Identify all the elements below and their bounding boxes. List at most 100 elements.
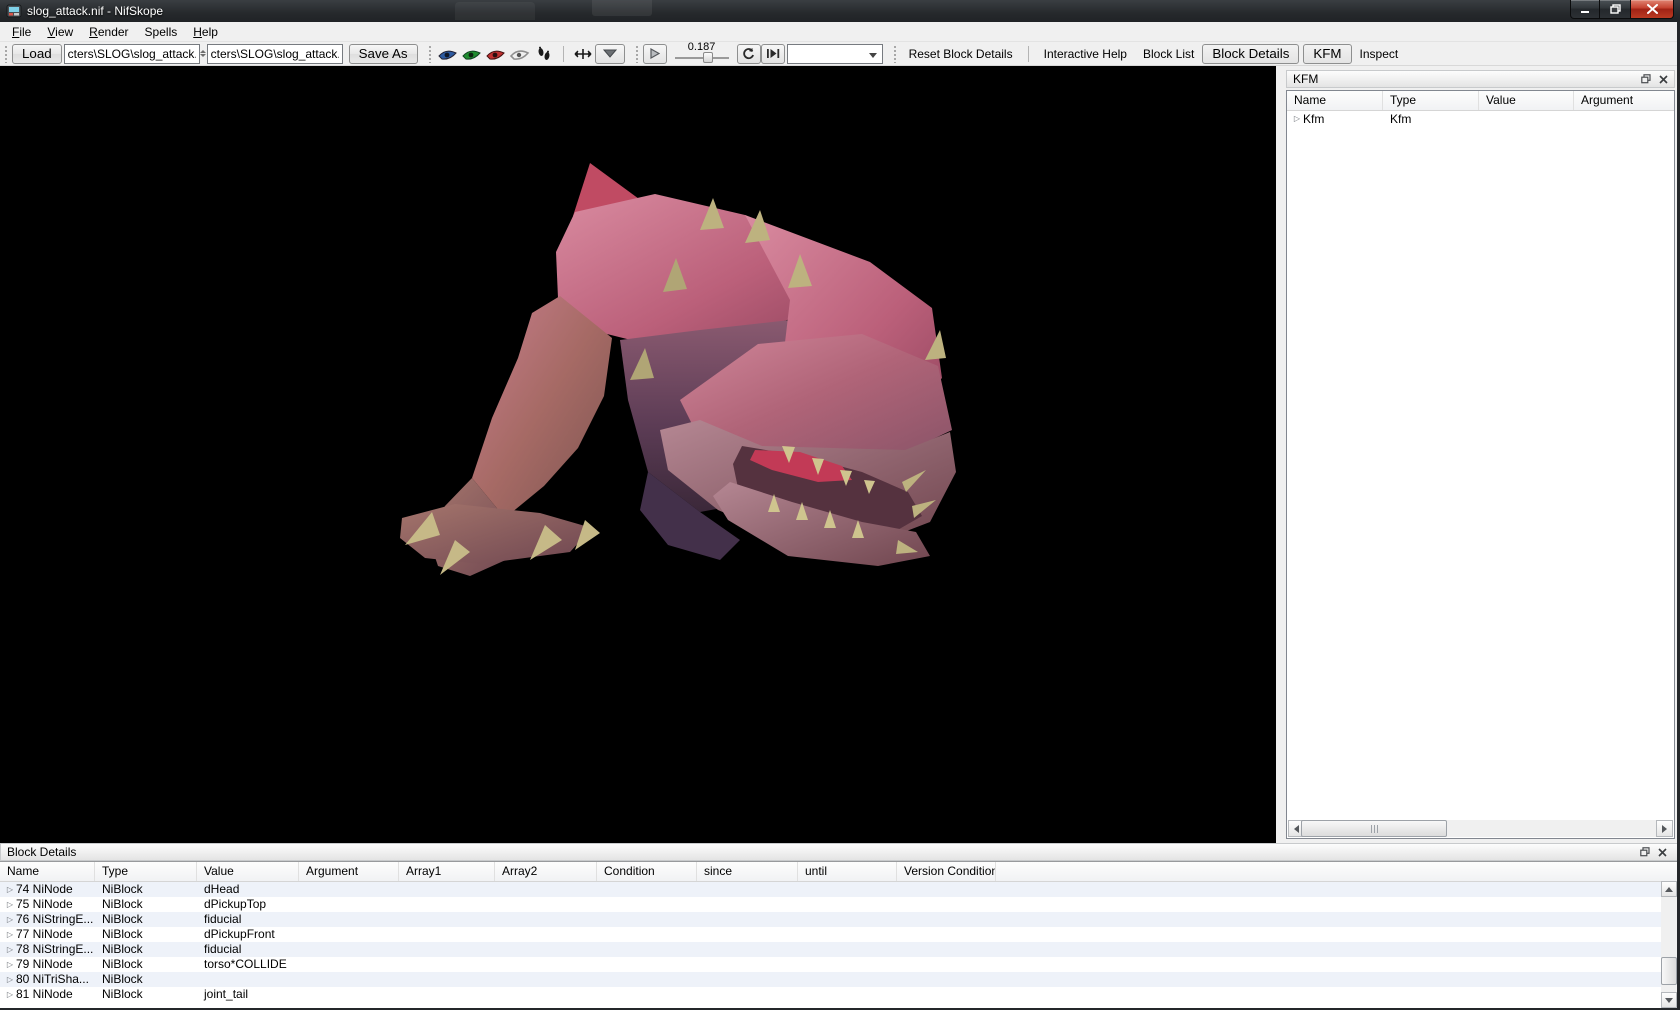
column-header[interactable]: Condition (597, 862, 697, 881)
animation-select-combobox[interactable] (786, 43, 883, 64)
column-header[interactable]: Type (95, 862, 197, 881)
column-header[interactable]: Name (0, 862, 95, 881)
float-panel-icon[interactable] (1640, 847, 1650, 857)
show-hidden-eye-icon[interactable] (485, 47, 506, 61)
cell (897, 882, 996, 897)
expander-icon[interactable]: ▷ (0, 927, 16, 942)
reset-block-details-button[interactable]: Reset Block Details (901, 45, 1021, 63)
column-header[interactable]: Value (197, 862, 299, 881)
block-details-titlebar[interactable]: Block Details (0, 843, 1680, 861)
toolbar: Load Save As 0.187 (0, 41, 1680, 66)
view-direction-dropdown-button[interactable] (594, 43, 625, 64)
minimize-button[interactable] (1570, 0, 1600, 19)
cell (299, 882, 399, 897)
scroll-right-button[interactable] (1656, 820, 1673, 837)
show-vertices-eye-icon[interactable] (437, 47, 458, 61)
block-list-toggle[interactable]: Block List (1135, 45, 1202, 63)
inspect-button[interactable]: Inspect (1352, 45, 1407, 63)
toolbar-grip[interactable] (892, 44, 897, 63)
block-details-tree-view[interactable]: Name Type Value Argument Array1 Array2 Conditi… (0, 861, 1680, 1010)
expander-icon[interactable]: ▷ (0, 987, 16, 1002)
kfm-table-header[interactable]: Name Type Value Argument (1287, 91, 1674, 111)
expander-icon[interactable]: ▷ (0, 897, 16, 912)
close-panel-icon[interactable] (1658, 847, 1667, 857)
loop-animation-button[interactable] (736, 43, 761, 64)
show-nodes-eye-icon[interactable] (509, 47, 530, 61)
column-header[interactable]: since (697, 862, 798, 881)
close-panel-icon[interactable] (1659, 74, 1668, 84)
cell (897, 912, 996, 927)
scroll-down-button[interactable] (1661, 992, 1677, 1008)
expander-icon[interactable]: ▷ (0, 912, 16, 927)
menu-spells[interactable]: Spells (137, 23, 186, 41)
cell (798, 987, 897, 1002)
block-details-table-header[interactable]: Name Type Value Argument Array1 Array2 Conditi… (0, 862, 1680, 882)
toolbar-grip[interactable] (634, 44, 639, 63)
column-header[interactable]: Argument (299, 862, 399, 881)
interactive-help-button[interactable]: Interactive Help (1036, 45, 1135, 63)
column-header[interactable]: Value (1479, 91, 1574, 110)
play-animation-button[interactable] (642, 43, 667, 64)
expander-icon[interactable]: ▷ (0, 882, 16, 897)
block-details-toggle[interactable]: Block Details (1202, 43, 1300, 64)
toolbar-grip[interactable] (4, 44, 8, 63)
menu-file[interactable]: File (4, 23, 39, 41)
column-header[interactable]: Name (1287, 91, 1383, 110)
column-header[interactable]: Array1 (399, 862, 495, 881)
expander-icon[interactable]: ▷ (0, 957, 16, 972)
menu-view[interactable]: View (39, 23, 81, 41)
column-header[interactable]: Array2 (495, 862, 597, 881)
kfm-panel-titlebar[interactable]: KFM (1286, 70, 1675, 88)
menu-render[interactable]: Render (81, 23, 136, 41)
cell (495, 987, 597, 1002)
column-header[interactable]: Version Condition (897, 862, 996, 881)
kfm-toggle[interactable]: KFM (1303, 43, 1352, 64)
column-header[interactable]: Type (1383, 91, 1479, 110)
menu-help[interactable]: Help (185, 23, 226, 41)
kfm-tree-view[interactable]: Name Type Value Argument ▷ Kfm Kfm (1286, 90, 1675, 839)
table-row[interactable]: ▷ 75 NiNode NiBlock dPickupTop (0, 897, 1680, 912)
table-row[interactable]: ▷ 77 NiNode NiBlock dPickupFront (0, 927, 1680, 942)
expander-icon[interactable]: ▷ (0, 972, 16, 987)
scroll-up-button[interactable] (1661, 881, 1677, 897)
table-row[interactable]: ▷ 79 NiNode NiBlock torso*COLLIDE (0, 957, 1680, 972)
slider-thumb[interactable] (702, 51, 713, 63)
load-button[interactable]: Load (12, 43, 62, 64)
render-viewport[interactable] (0, 66, 1276, 843)
load-path-input[interactable] (63, 43, 200, 64)
cell (798, 927, 897, 942)
table-row[interactable]: ▷ 74 NiNode NiBlock dHead (0, 882, 1680, 897)
scrollbar-thumb[interactable] (1301, 820, 1447, 837)
slider-track[interactable] (674, 56, 729, 59)
cell: ▷ 81 NiNode (0, 987, 95, 1002)
column-header[interactable]: Argument (1574, 91, 1674, 110)
block-details-vertical-scrollbar[interactable] (1661, 881, 1677, 1008)
window-titlebar[interactable]: slog_attack.nif - NifSkope (0, 0, 1680, 22)
play-through-button[interactable] (760, 43, 785, 64)
expander-icon[interactable]: ▷ (0, 942, 16, 957)
table-row[interactable]: ▷ 81 NiNode NiBlock joint_tail (0, 987, 1680, 1002)
scrollbar-thumb[interactable] (1661, 957, 1677, 985)
table-row[interactable]: ▷ 80 NiTriSha... NiBlock (0, 972, 1680, 987)
toolbar-grip[interactable] (427, 44, 432, 63)
titlebar-glass-reflection (592, 0, 652, 16)
float-panel-icon[interactable] (1641, 74, 1651, 84)
column-header[interactable]: until (798, 862, 897, 881)
restore-button[interactable] (1600, 0, 1630, 19)
animation-time-slider[interactable]: 0.187 (673, 41, 731, 65)
table-row[interactable]: ▷ Kfm Kfm (1287, 111, 1674, 127)
save-path-input[interactable] (206, 43, 343, 64)
walk-footprints-icon[interactable] (534, 46, 554, 62)
expander-icon[interactable]: ▷ (1287, 111, 1303, 127)
table-row[interactable]: ▷ 78 NiStringE... NiBlock fiducial (0, 942, 1680, 957)
center-view-axes-icon[interactable] (573, 46, 593, 62)
path-splitter-handle[interactable] (200, 45, 207, 63)
panel-splitter[interactable] (1276, 66, 1284, 843)
show-triangles-eye-icon[interactable] (461, 47, 482, 61)
save-as-button[interactable]: Save As (348, 43, 418, 64)
close-button[interactable] (1630, 0, 1674, 19)
cell (798, 942, 897, 957)
kfm-horizontal-scrollbar[interactable] (1288, 820, 1673, 837)
cell (495, 957, 597, 972)
table-row[interactable]: ▷ 76 NiStringE... NiBlock fiducial (0, 912, 1680, 927)
